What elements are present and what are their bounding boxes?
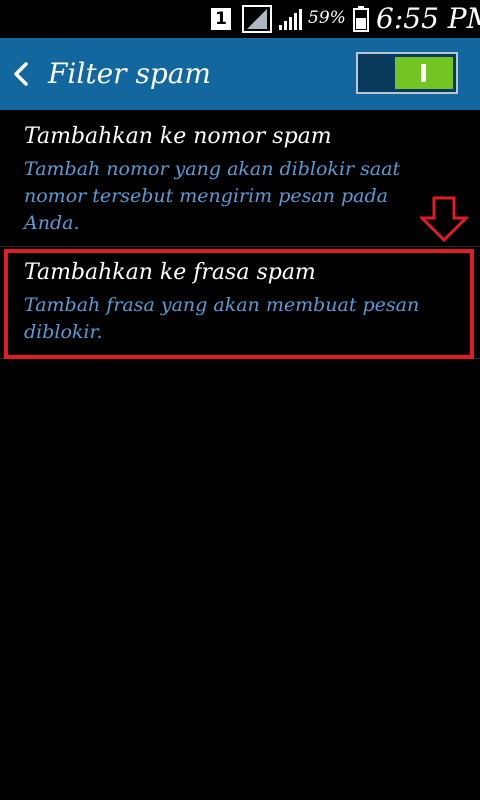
list-item-title: Tambahkan ke nomor spam <box>24 124 332 149</box>
highlight-box <box>4 249 474 359</box>
signal-strength-icon <box>242 5 272 37</box>
list-item-add-spam-number[interactable]: Tambahkan ke nomor spam Tambah nomor yan… <box>0 110 480 246</box>
status-bar: 1 59% 6:55 PM <box>0 0 480 38</box>
battery-percent: 59% <box>308 8 346 28</box>
sim-card-icon: 1 <box>211 8 231 30</box>
chevron-left-icon <box>14 62 28 86</box>
toggle-thumb <box>395 57 453 89</box>
toggle-grip-icon <box>421 64 426 82</box>
down-arrow-icon <box>418 196 470 243</box>
clock: 6:55 PM <box>376 2 480 35</box>
battery-icon <box>353 6 369 36</box>
page-title: Filter spam <box>48 57 211 90</box>
signal-bars-icon <box>278 9 302 35</box>
list-item-summary: Tambah nomor yang akan diblokir saat nom… <box>24 158 401 234</box>
action-bar: Filter spam <box>0 38 480 110</box>
back-button[interactable] <box>8 56 38 92</box>
filter-spam-toggle[interactable] <box>356 52 458 94</box>
